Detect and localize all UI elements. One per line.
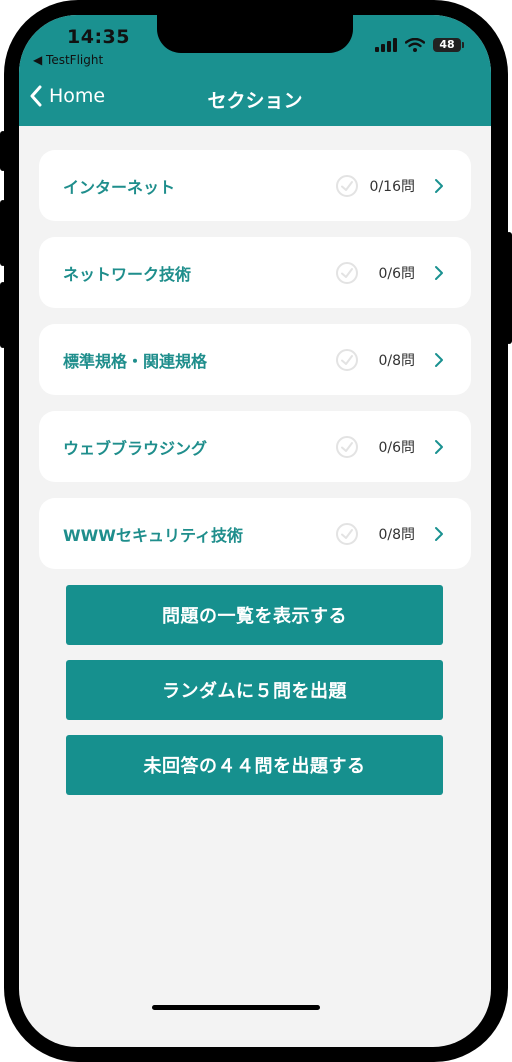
question-count: 0/6問: [378, 265, 415, 282]
chevron-right-icon: [435, 352, 443, 367]
header: 14:35 ◀ TestFlight 48 Home セクション: [19, 15, 491, 126]
section-list: インターネット 0/16問 ネットワーク技術 0/6問 標準規格・関連規格 0/…: [39, 150, 471, 585]
status-time: 14:35: [67, 26, 130, 48]
screen: 14:35 ◀ TestFlight 48 Home セクション インターネット…: [19, 15, 491, 1047]
check-circle-icon: [336, 348, 358, 371]
question-count: 0/16問: [369, 178, 415, 195]
wifi-icon: [405, 38, 425, 52]
question-count: 0/8問: [378, 526, 415, 543]
check-circle-icon: [336, 174, 358, 197]
section-name: ウェブブラウジング: [63, 438, 208, 458]
section-item-www-security[interactable]: WWWセキュリティ技術 0/8問: [39, 498, 471, 569]
cellular-signal-icon: [375, 38, 397, 52]
chevron-right-icon: [435, 265, 443, 280]
question-count: 0/8問: [378, 352, 415, 369]
back-to-app-link[interactable]: ◀ TestFlight: [33, 53, 103, 67]
section-item-web-browsing[interactable]: ウェブブラウジング 0/6問: [39, 411, 471, 482]
status-icons: 48: [375, 37, 464, 53]
section-item-standards[interactable]: 標準規格・関連規格 0/8問: [39, 324, 471, 395]
check-circle-icon: [336, 522, 358, 545]
chevron-right-icon: [435, 178, 443, 193]
section-name: ネットワーク技術: [63, 264, 192, 284]
notch: [157, 15, 353, 53]
question-count: 0/6問: [378, 439, 415, 456]
check-circle-icon: [336, 435, 358, 458]
section-name: インターネット: [63, 177, 176, 197]
page-title: セクション: [207, 90, 303, 112]
chevron-right-icon: [435, 526, 443, 541]
home-indicator[interactable]: [152, 1005, 320, 1010]
section-name: 標準規格・関連規格: [63, 351, 208, 371]
section-item-internet[interactable]: インターネット 0/16問: [39, 150, 471, 221]
section-name: WWWセキュリティ技術: [63, 525, 243, 545]
section-item-network-technology[interactable]: ネットワーク技術 0/6問: [39, 237, 471, 308]
unanswered-questions-button[interactable]: 未回答の４４問を出題する: [66, 735, 443, 795]
chevron-right-icon: [435, 439, 443, 454]
phone-frame: 14:35 ◀ TestFlight 48 Home セクション インターネット…: [0, 0, 512, 1062]
battery-icon: 48: [433, 38, 464, 52]
check-circle-icon: [336, 261, 358, 284]
show-question-list-button[interactable]: 問題の一覧を表示する: [66, 585, 443, 645]
random-five-questions-button[interactable]: ランダムに５問を出題: [66, 660, 443, 720]
